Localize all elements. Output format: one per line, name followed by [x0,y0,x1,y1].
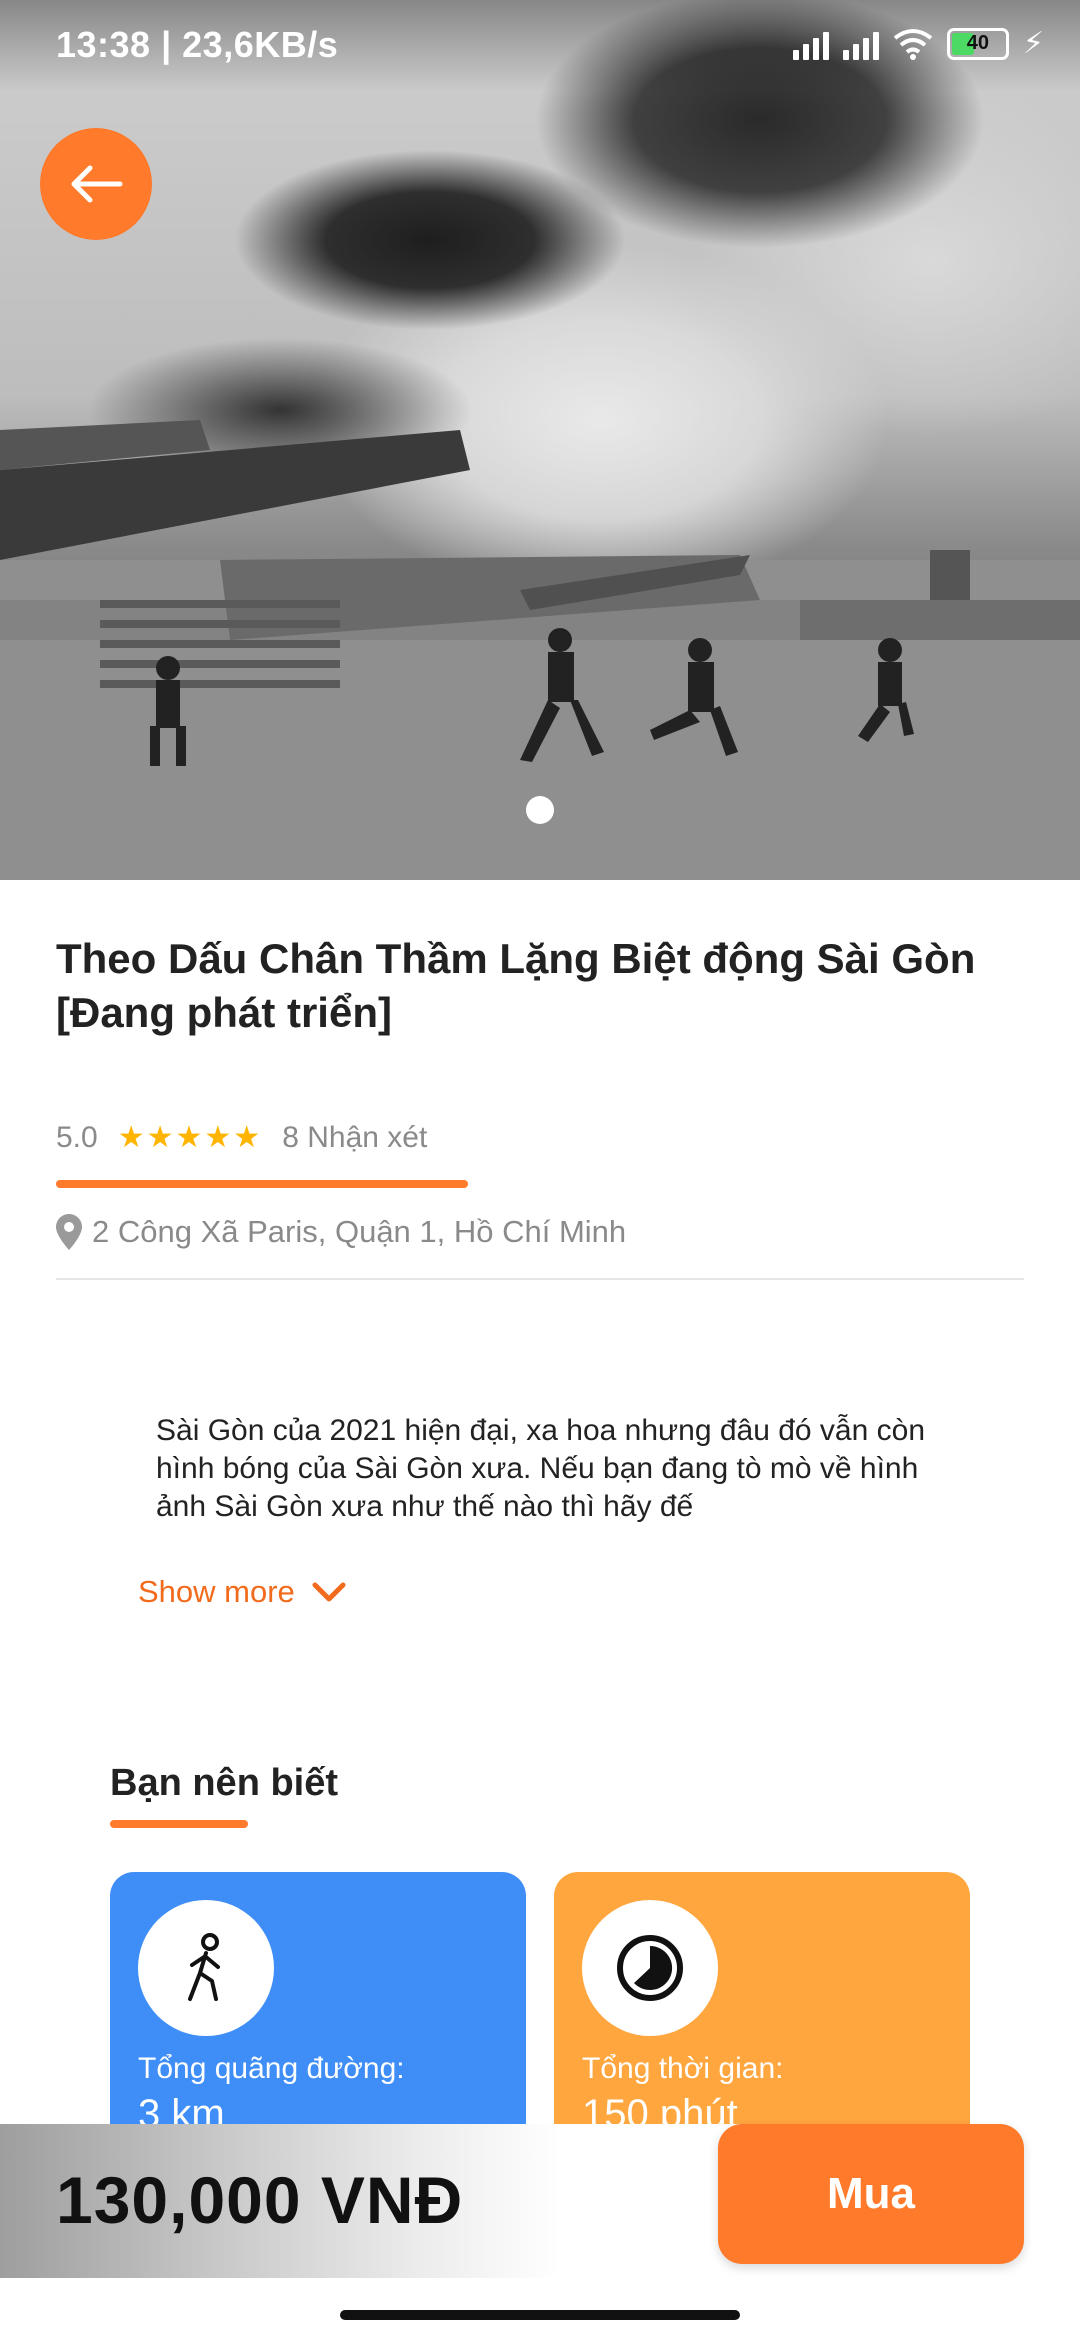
star-rating-icon: ★★★★★ [117,1121,263,1154]
reviews-count[interactable]: 8 Nhận xét [282,1121,427,1155]
price-area: 130,000 VNĐ [0,2124,560,2278]
rating-row[interactable]: 5.0 ★★★★★ 8 Nhận xét [56,1120,427,1155]
tour-description: Sài Gòn của 2021 hiện đại, xa hoa nhưng … [156,1414,925,1523]
charging-icon: ⚡ [1022,27,1044,60]
address-text: 2 Công Xã Paris, Quận 1, Hồ Chí Minh [92,1214,627,1249]
price: 130,000 VNĐ [56,2163,464,2237]
status-bar: 13:38 | 23,6KB/s 40 ⚡ [0,0,1080,92]
address-row[interactable]: 2 Công Xã Paris, Quận 1, Hồ Chí Minh [56,1214,626,1250]
show-more-label: Show more [138,1574,295,1609]
distance-label: Tổng quãng đường: [138,2052,405,2085]
location-pin-icon [56,1214,82,1250]
rating-underline [56,1180,468,1188]
battery-icon: 40 [946,27,1009,60]
duration-label: Tổng thời gian: [582,2052,784,2085]
signal-icon [842,28,879,60]
signal-icon [792,28,829,60]
divider [56,1278,1024,1280]
battery-level: 40 [966,32,990,54]
hero-photo [0,420,1080,880]
section-title: Bạn nên biết [110,1762,339,1804]
show-more-button[interactable]: Show more [138,1574,347,1610]
chevron-down-icon [312,1582,346,1602]
rating-value: 5.0 [56,1120,98,1154]
clock-icon [582,1900,718,2036]
wifi-icon [893,28,933,60]
tour-title: Theo Dấu Chân Thầm Lặng Biệt động Sài Gò… [56,935,976,1036]
buy-button[interactable]: Mua [718,2124,1024,2264]
home-indicator[interactable] [340,2310,740,2320]
arrow-left-icon [71,165,123,203]
purchase-bar: 130,000 VNĐ Mua [0,2124,1080,2278]
hero-image: 13:38 | 23,6KB/s 40 ⚡ [0,0,1080,880]
status-icons: 40 ⚡ [792,26,1044,61]
section-underline [110,1820,248,1828]
status-time: 13:38 | 23,6KB/s [56,24,339,65]
carousel-indicator[interactable] [526,796,554,824]
walking-person-icon [138,1900,274,2036]
back-button[interactable] [40,128,152,240]
